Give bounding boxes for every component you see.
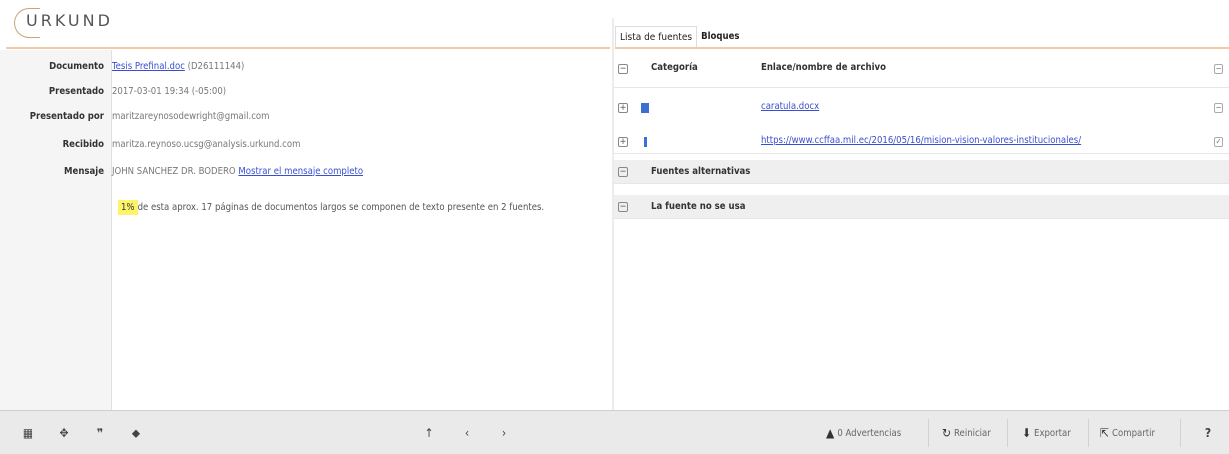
warning-icon: ▲ — [826, 426, 835, 440]
urkund-logo: URKUND — [14, 6, 144, 42]
tab-bloques[interactable]: Bloques — [697, 26, 743, 48]
bottom-toolbar: ▦ ✥ ❞ ⬥ ↑ ‹ › ▲ 0 Advertencias ↻ Reinici… — [0, 410, 1229, 454]
column-menu-icon[interactable]: − — [1214, 64, 1223, 74]
value-presentado-por: maritzareynosodewright@gmail.com — [112, 110, 270, 122]
sources-header-row: − Categoría Enlace/nombre de archivo − — [614, 50, 1229, 88]
warnings-button[interactable]: ▲ 0 Advertencias — [826, 422, 901, 444]
label-documento: Documento — [49, 60, 104, 72]
share-label: Compartir — [1112, 427, 1155, 439]
crosshair-icon[interactable]: ✥ — [56, 425, 72, 441]
document-icon — [641, 103, 649, 113]
refresh-icon: ↻ — [942, 426, 952, 440]
value-recibido: maritza.reynoso.ucsg@analysis.urkund.com — [112, 138, 301, 150]
expand-icon[interactable]: − — [618, 167, 628, 177]
value-presentado: 2017-03-01 19:34 (-05:00) — [112, 85, 227, 97]
toolbar-separator — [1007, 419, 1008, 447]
source-link[interactable]: caratula.docx — [761, 101, 819, 112]
alternative-sources-label: Fuentes alternativas — [651, 166, 751, 177]
value-mensaje: JOHN SANCHEZ DR. BODERO Mostrar el mensa… — [108, 166, 363, 177]
info-icon — [644, 137, 647, 147]
column-categoria[interactable]: Categoría — [651, 62, 698, 73]
message-text: JOHN SANCHEZ DR. BODERO — [112, 165, 236, 177]
tab-lista-de-fuentes[interactable]: Lista de fuentes — [615, 26, 698, 48]
help-icon[interactable]: ? — [1200, 425, 1216, 441]
export-button[interactable]: ⬇ Exportar — [1022, 422, 1071, 444]
checkbox-icon[interactable]: ✓ — [1214, 137, 1223, 147]
document-link[interactable]: Tesis Prefinal.doc — [112, 61, 185, 72]
label-presentado-por: Presentado por — [29, 110, 104, 122]
label-column — [0, 50, 112, 410]
arrow-up-icon[interactable]: ↑ — [421, 425, 437, 441]
toolbar-separator — [928, 419, 929, 447]
unused-sources-row[interactable]: − La fuente no se usa — [614, 195, 1229, 219]
expand-icon[interactable]: + — [618, 137, 628, 147]
value-documento: Tesis Prefinal.doc (D26111144) — [108, 61, 244, 72]
column-enlace[interactable]: Enlace/nombre de archivo — [761, 62, 886, 73]
toolbar-separator — [1088, 419, 1089, 447]
document-id: (D26111144) — [187, 60, 245, 72]
similarity-summary: 1% de esta aprox. 17 páginas de document… — [118, 200, 544, 215]
source-link[interactable]: https://www.ccffaa.mil.ec/2016/05/16/mis… — [761, 135, 1081, 146]
export-label: Exportar — [1034, 427, 1071, 439]
row-mensaje: Mensaje JOHN SANCHEZ DR. BODERO Mostrar … — [0, 163, 612, 179]
grid-view-icon[interactable]: ▦ — [20, 425, 36, 441]
similarity-percent-badge: 1% — [118, 200, 138, 215]
similarity-summary-text: de esta aprox. 17 páginas de documentos … — [137, 202, 545, 213]
share-button[interactable]: ⇱ Compartir — [1100, 422, 1155, 444]
show-full-message-link[interactable]: Mostrar el mensaje completo — [238, 166, 363, 177]
warnings-label: 0 Advertencias — [837, 427, 902, 439]
source-row[interactable]: + caratula.docx − — [614, 98, 1229, 118]
download-icon: ⬇ — [1022, 426, 1032, 440]
header-divider-left — [6, 47, 610, 49]
reset-button[interactable]: ↻ Reiniciar — [942, 422, 991, 444]
row-presentado: Presentado 2017-03-01 19:34 (-05:00) — [0, 83, 612, 99]
sources-panel: − Categoría Enlace/nombre de archivo − +… — [614, 50, 1229, 410]
row-presentado-por: Presentado por maritzareynosodewright@gm… — [0, 108, 612, 124]
quote-icon[interactable]: ❞ — [92, 425, 108, 441]
source-row[interactable]: + https://www.ccffaa.mil.ec/2016/05/16/m… — [614, 130, 1229, 154]
row-documento: Documento Tesis Prefinal.doc (D26111144) — [0, 58, 612, 74]
logo-text: URKUND — [26, 11, 113, 30]
reset-label: Reiniciar — [954, 427, 991, 439]
expand-icon[interactable]: − — [618, 202, 628, 212]
header-divider-right — [615, 47, 1229, 49]
tag-icon[interactable]: ⬥ — [128, 425, 144, 441]
chevron-right-icon[interactable]: › — [496, 425, 512, 441]
document-info-panel: Documento Tesis Prefinal.doc (D26111144)… — [0, 50, 612, 410]
alternative-sources-row[interactable]: − Fuentes alternativas — [614, 160, 1229, 184]
toolbar-separator — [1180, 419, 1181, 447]
source-tabs: Lista de fuentes Bloques — [615, 22, 743, 48]
share-icon: ⇱ — [1100, 426, 1110, 440]
chevron-left-icon[interactable]: ‹ — [459, 425, 475, 441]
unused-sources-label: La fuente no se usa — [651, 201, 746, 212]
expand-icon[interactable]: + — [618, 103, 628, 113]
label-presentado: Presentado — [48, 85, 104, 97]
row-recibido: Recibido maritza.reynoso.ucsg@analysis.u… — [0, 136, 612, 152]
label-mensaje: Mensaje — [64, 165, 104, 177]
label-recibido: Recibido — [62, 138, 104, 150]
expand-all-icon[interactable]: − — [618, 64, 628, 74]
toggle-source-icon[interactable]: − — [1214, 103, 1223, 113]
